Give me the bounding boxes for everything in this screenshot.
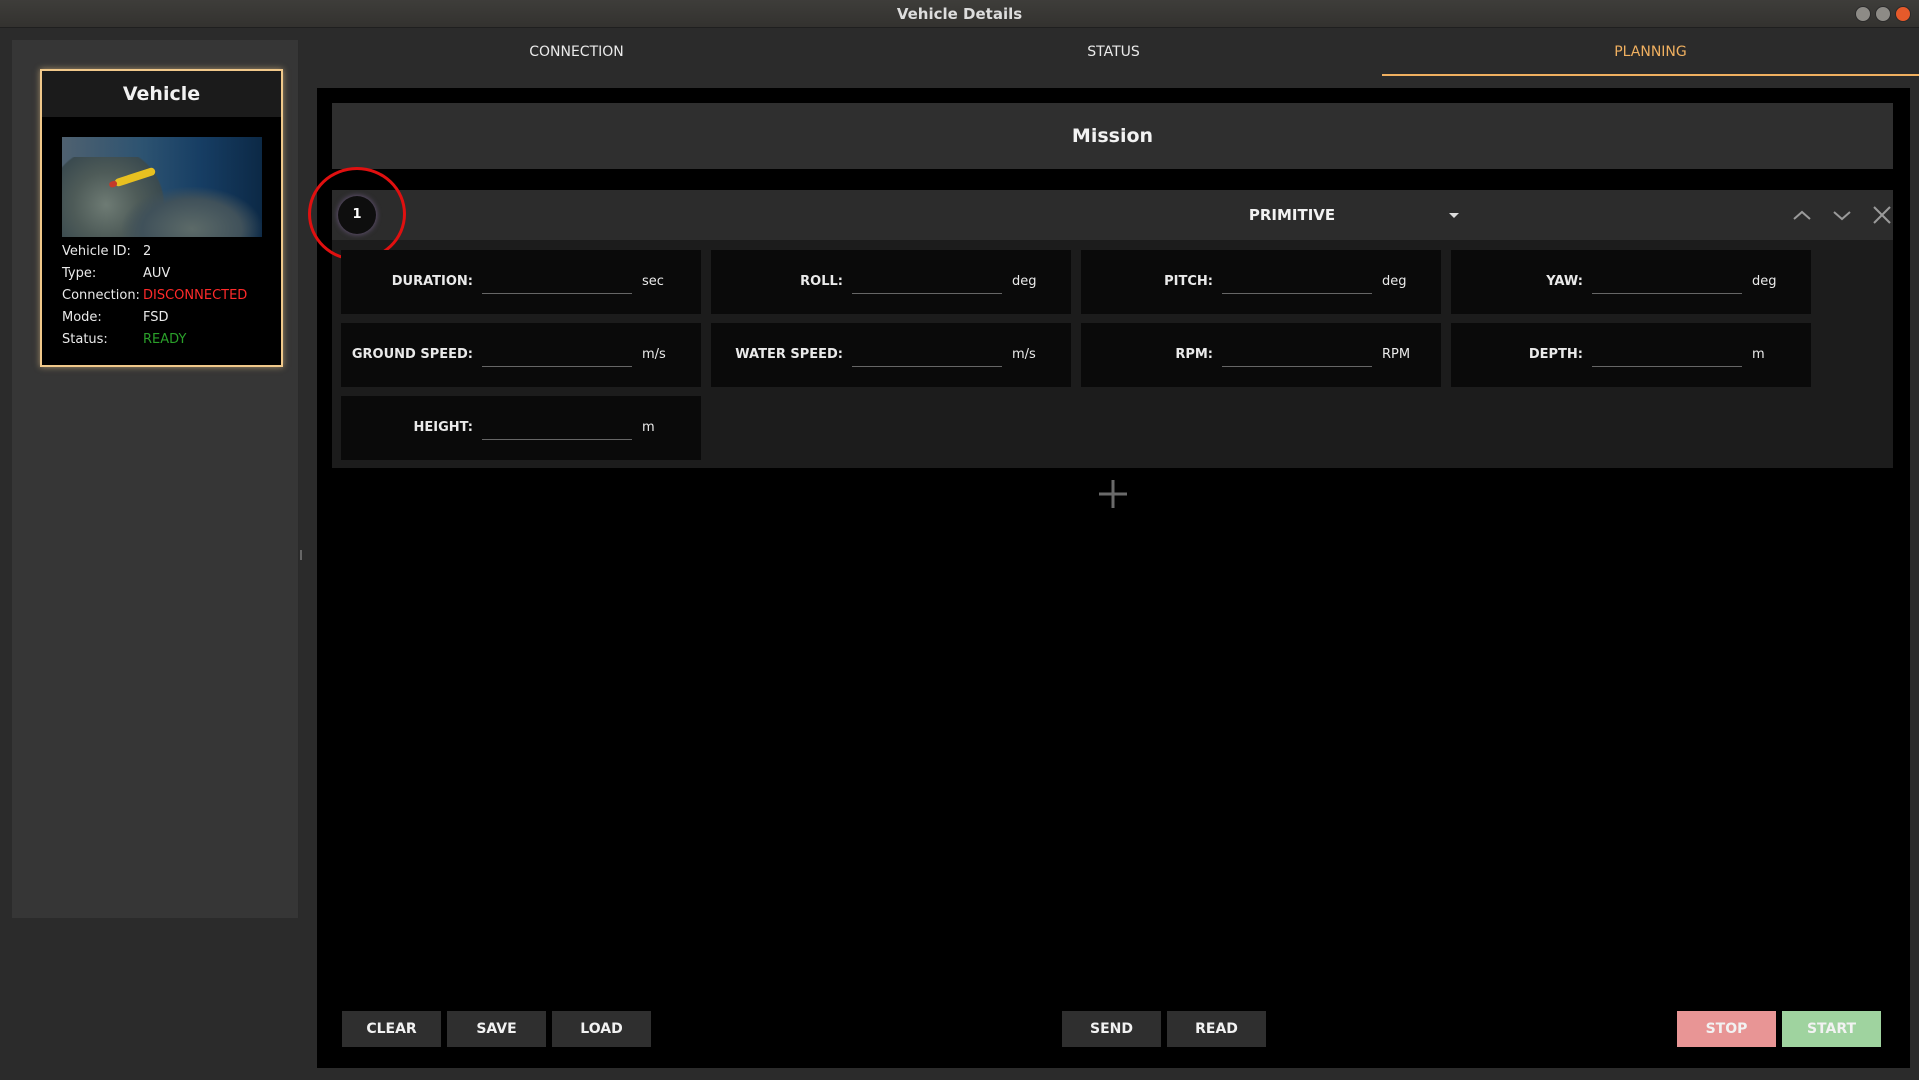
height-label: HEIGHT: (413, 420, 473, 435)
window-title: Vehicle Details (896, 5, 1023, 23)
read-button[interactable]: READ (1167, 1011, 1266, 1047)
vehicle-status-label: Status: (62, 332, 108, 347)
vehicle-id-value: 2 (143, 244, 152, 259)
yaw-field: YAW: deg (1451, 250, 1811, 314)
pitch-unit: deg (1382, 274, 1407, 289)
highlight-ring (308, 167, 406, 261)
tab-planning[interactable]: PLANNING (1382, 28, 1919, 76)
yaw-input[interactable] (1592, 272, 1742, 294)
primitive-type-value: PRIMITIVE (1248, 206, 1336, 224)
vehicle-type-label: Type: (62, 266, 97, 281)
vehicle-mode-value: FSD (143, 310, 169, 325)
vehicle-card[interactable]: Vehicle Vehicle ID: 2 Type: AUV Connecti… (40, 69, 283, 367)
duration-input[interactable] (482, 272, 632, 294)
depth-field: DEPTH: m (1451, 323, 1811, 387)
water-speed-field: WATER SPEED: m/s (711, 323, 1071, 387)
mission-title: Mission (332, 103, 1893, 169)
depth-label: DEPTH: (1528, 347, 1583, 362)
roll-unit: deg (1012, 274, 1037, 289)
vehicle-image (62, 137, 262, 237)
rpm-field: RPM: RPM (1081, 323, 1441, 387)
chevron-down-icon[interactable] (1830, 204, 1854, 226)
add-primitive-button[interactable] (1093, 474, 1133, 514)
load-button[interactable]: LOAD (552, 1011, 651, 1047)
rpm-label: RPM: (1175, 347, 1213, 362)
close-window-button[interactable] (1895, 6, 1911, 22)
vehicle-type-value: AUV (143, 266, 171, 281)
height-unit: m (642, 420, 655, 435)
roll-input[interactable] (852, 272, 1002, 294)
ground-speed-input[interactable] (482, 345, 632, 367)
vehicle-mode-label: Mode: (62, 310, 102, 325)
height-input[interactable] (482, 418, 632, 440)
duration-label: DURATION: (391, 274, 473, 289)
pitch-label: PITCH: (1164, 274, 1213, 289)
roll-field: ROLL: deg (711, 250, 1071, 314)
dropdown-arrow-icon[interactable] (1449, 213, 1459, 218)
vehicle-status-value: READY (143, 332, 187, 347)
sidebar-splitter-handle[interactable] (300, 550, 302, 560)
ground-speed-unit: m/s (642, 347, 666, 362)
send-button[interactable]: SEND (1062, 1011, 1161, 1047)
window-controls (1855, 6, 1911, 22)
plus-icon (1099, 480, 1127, 508)
vehicle-info: Vehicle ID: 2 Type: AUV Connection: DISC… (62, 241, 247, 351)
vehicle-id-row: Vehicle ID: 2 (62, 241, 247, 263)
yaw-unit: deg (1752, 274, 1777, 289)
rpm-input[interactable] (1222, 345, 1372, 367)
vehicle-type-row: Type: AUV (62, 263, 247, 285)
yaw-label: YAW: (1546, 274, 1583, 289)
duration-field: DURATION: sec (341, 250, 701, 314)
stop-button[interactable]: STOP (1677, 1011, 1776, 1047)
vehicle-connection-value: DISCONNECTED (143, 288, 248, 303)
vehicle-status-row: Status: READY (62, 329, 247, 351)
start-button[interactable]: START (1782, 1011, 1881, 1047)
vehicle-connection-row: Connection: DISCONNECTED (62, 285, 247, 307)
height-field: HEIGHT: m (341, 396, 701, 460)
tab-bar: CONNECTION STATUS PLANNING (308, 28, 1919, 76)
vehicle-mode-row: Mode: FSD (62, 307, 247, 329)
close-icon[interactable] (1870, 204, 1894, 226)
pitch-input[interactable] (1222, 272, 1372, 294)
ground-speed-label: GROUND SPEED: (351, 347, 473, 362)
water-speed-input[interactable] (852, 345, 1002, 367)
tab-connection[interactable]: CONNECTION (308, 28, 845, 76)
tab-status[interactable]: STATUS (845, 28, 1382, 76)
vehicle-connection-label: Connection: (62, 288, 140, 303)
vehicle-id-label: Vehicle ID: (62, 244, 131, 259)
minimize-button[interactable] (1855, 6, 1871, 22)
pitch-field: PITCH: deg (1081, 250, 1441, 314)
water-speed-unit: m/s (1012, 347, 1036, 362)
depth-unit: m (1752, 347, 1765, 362)
window-titlebar: Vehicle Details (0, 0, 1919, 28)
depth-input[interactable] (1592, 345, 1742, 367)
rpm-unit: RPM (1382, 347, 1411, 362)
clear-button[interactable]: CLEAR (342, 1011, 441, 1047)
planning-panel: Mission 1 PRIMITIVE DURATION: sec ROLL: … (308, 88, 1910, 1068)
chevron-up-icon[interactable] (1790, 204, 1814, 226)
primitive-header: 1 PRIMITIVE (308, 167, 1894, 261)
primitive-block: 1 PRIMITIVE DURATION: sec ROLL: deg PITC… (308, 167, 1894, 468)
duration-unit: sec (642, 274, 664, 289)
water-speed-label: WATER SPEED: (735, 347, 843, 362)
maximize-button[interactable] (1875, 6, 1891, 22)
vehicle-card-title: Vehicle (42, 71, 281, 117)
primitive-type-dropdown[interactable]: PRIMITIVE (952, 190, 1632, 240)
roll-label: ROLL: (800, 274, 843, 289)
ground-speed-field: GROUND SPEED: m/s (341, 323, 701, 387)
save-button[interactable]: SAVE (447, 1011, 546, 1047)
